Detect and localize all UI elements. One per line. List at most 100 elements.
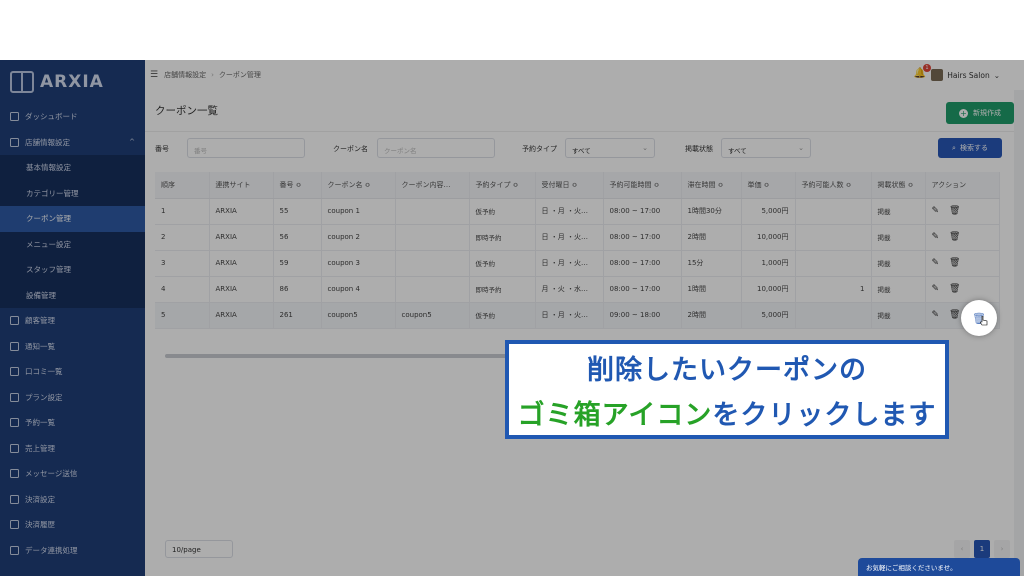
search-button[interactable]: ⌕ 検索する: [938, 138, 1002, 158]
table-cell: 仮予約: [469, 302, 536, 329]
sidebar-item-equipment[interactable]: 設備管理: [0, 283, 145, 309]
sidebar-item-customers[interactable]: 顧客管理: [0, 308, 145, 334]
sidebar-item-dashboard[interactable]: ダッシュボード: [0, 104, 145, 130]
table-cell: 1時間30分: [681, 198, 742, 225]
type-filter-select[interactable]: すべて ⌄: [565, 138, 655, 158]
column-header[interactable]: 予約可能時間 ≎: [603, 172, 682, 199]
sidebar-item-label: 予約一覧: [25, 418, 55, 428]
bell-icon[interactable]: 🔔 1: [914, 64, 931, 79]
sidebar-item-plans[interactable]: プラン設定: [0, 385, 145, 411]
sidebar-item-data-sync[interactable]: データ連携処理: [0, 538, 145, 564]
trash-icon[interactable]: 🗑: [949, 310, 960, 320]
column-header[interactable]: クーポン内容…: [395, 172, 470, 199]
table-cell: 09:00 ~ 18:00: [603, 302, 682, 329]
table-cell: 日 ・月 ・火…: [535, 302, 604, 329]
cursor-hand-icon: [980, 316, 988, 326]
sidebar-item-store-settings[interactable]: 店舗情報設定 ^: [0, 130, 145, 156]
column-header[interactable]: 予約タイプ ≎: [469, 172, 536, 199]
sidebar-item-coupons[interactable]: クーポン管理: [0, 206, 145, 232]
table-cell: coupon5: [321, 302, 396, 329]
sidebar-item-payment-history[interactable]: 決済履歴: [0, 512, 145, 538]
sidebar-item-sales[interactable]: 売上管理: [0, 436, 145, 462]
edit-icon[interactable]: ✎: [932, 310, 940, 320]
customers-icon: [10, 316, 19, 326]
app-window: ARXIA ダッシュボード 店舗情報設定 ^ 基本情報設定 カテゴリー管理 クーポ…: [0, 60, 1024, 576]
new-coupon-button[interactable]: + 新規作成: [946, 102, 1014, 124]
action-cell: ✎ 🗑: [925, 224, 1000, 251]
next-page-button[interactable]: ›: [994, 540, 1010, 558]
table-cell: 5,000円: [741, 198, 796, 225]
trash-icon[interactable]: 🗑: [949, 258, 960, 268]
column-header: アクション: [925, 172, 1000, 199]
table-cell: 仮予約: [469, 250, 536, 277]
logo[interactable]: ARXIA: [0, 60, 145, 104]
instruction-callout: 削除したいクーポンの ゴミ箱アイコンをクリックします: [505, 340, 949, 439]
column-header[interactable]: 掲載状態 ≎: [871, 172, 926, 199]
sidebar-item-notifications[interactable]: 通知一覧: [0, 334, 145, 360]
table-cell: 2時間: [681, 302, 742, 329]
column-header[interactable]: 予約可能人数 ≎: [795, 172, 872, 199]
column-header[interactable]: 番号 ≎: [273, 172, 322, 199]
sidebar-item-messages[interactable]: メッセージ送信: [0, 461, 145, 487]
page-size-select[interactable]: 10/page: [165, 540, 233, 558]
history-icon: [10, 520, 19, 530]
store-icon: [10, 137, 19, 147]
table-cell: 10,000円: [741, 224, 796, 251]
sidebar-item-categories[interactable]: カテゴリー管理: [0, 181, 145, 207]
edit-icon[interactable]: ✎: [932, 258, 940, 268]
table-cell: 59: [273, 250, 322, 277]
trash-icon[interactable]: 🗑: [949, 284, 960, 294]
edit-icon[interactable]: ✎: [932, 232, 940, 242]
number-filter-input[interactable]: 番号: [187, 138, 305, 158]
main-panel: クーポン一覧 + 新規作成 番号 番号 クーポン名 クーポン名 予約タイプ すべ…: [145, 90, 1014, 576]
column-header[interactable]: 連携サイト: [209, 172, 274, 199]
column-header[interactable]: クーポン名 ≎: [321, 172, 396, 199]
edit-icon[interactable]: ✎: [932, 206, 940, 216]
sidebar-item-staff[interactable]: スタッフ管理: [0, 257, 145, 283]
row-actions: ✎ 🗑: [932, 206, 993, 216]
action-cell: ✎ 🗑: [925, 198, 1000, 225]
table-cell: 4: [155, 276, 210, 303]
page-number-button[interactable]: 1: [974, 540, 990, 558]
sidebar-item-menu[interactable]: メニュー設定: [0, 232, 145, 258]
chat-widget[interactable]: お気軽にご相談くださいませ。: [858, 558, 1020, 576]
trash-icon[interactable]: 🗑: [949, 206, 960, 216]
column-header[interactable]: 受付曜日 ≎: [535, 172, 604, 199]
table-row: 1 ARXIA 55 coupon 1 仮予約日 ・月 ・火… 08:00 ~ 17:00…: [155, 198, 1000, 225]
trash-icon[interactable]: 🗑: [949, 232, 960, 242]
table-cell: 日 ・月 ・火…: [535, 224, 604, 251]
calendar-icon: [10, 418, 19, 428]
menu-toggle-icon[interactable]: ☰: [150, 70, 158, 80]
breadcrumb-parent[interactable]: 店舗情報設定: [164, 70, 206, 80]
callout-line-1: 削除したいクーポンの: [587, 354, 867, 386]
sidebar-item-label: 口コミ一覧: [25, 367, 63, 377]
table-row: 2 ARXIA 56 coupon 2 即時予約日 ・月 ・火… 08:00 ~ 17:0…: [155, 224, 1000, 251]
table-cell: 1,000円: [741, 250, 796, 277]
sidebar-item-reservations[interactable]: 予約一覧: [0, 410, 145, 436]
column-header[interactable]: 滞在時間 ≎: [681, 172, 742, 199]
trash-icon-highlighted[interactable]: 🗑: [961, 300, 997, 336]
column-header[interactable]: 単価 ≎: [741, 172, 796, 199]
status-filter-label: 掲載状態: [685, 145, 713, 153]
status-filter-select[interactable]: すべて ⌄: [721, 138, 811, 158]
table-cell: 仮予約: [469, 198, 536, 225]
sidebar-item-reviews[interactable]: 口コミ一覧: [0, 359, 145, 385]
table-cell: [395, 198, 470, 225]
table-row: 3 ARXIA 59 coupon 3 仮予約日 ・月 ・火… 08:00 ~ 17:00…: [155, 250, 1000, 277]
message-icon: [10, 469, 19, 479]
sidebar-item-basic-info[interactable]: 基本情報設定: [0, 155, 145, 181]
type-filter-value: すべて: [572, 147, 591, 155]
edit-icon[interactable]: ✎: [932, 284, 940, 294]
name-filter-input[interactable]: クーポン名: [377, 138, 495, 158]
callout-rest: をクリックします: [712, 399, 937, 431]
table-cell: 15分: [681, 250, 742, 277]
action-cell: ✎ 🗑: [925, 276, 1000, 303]
sidebar-item-payment-settings[interactable]: 決済設定: [0, 487, 145, 513]
prev-page-button[interactable]: ‹: [954, 540, 970, 558]
brand-name: ARXIA: [40, 72, 104, 92]
name-filter-label: クーポン名: [333, 145, 368, 153]
breadcrumb-separator: ›: [211, 71, 214, 79]
pagination: ‹ 1 ›: [954, 540, 1010, 558]
table-cell: [795, 250, 872, 277]
account-menu[interactable]: Hairs Salon ⌄: [931, 69, 1000, 81]
